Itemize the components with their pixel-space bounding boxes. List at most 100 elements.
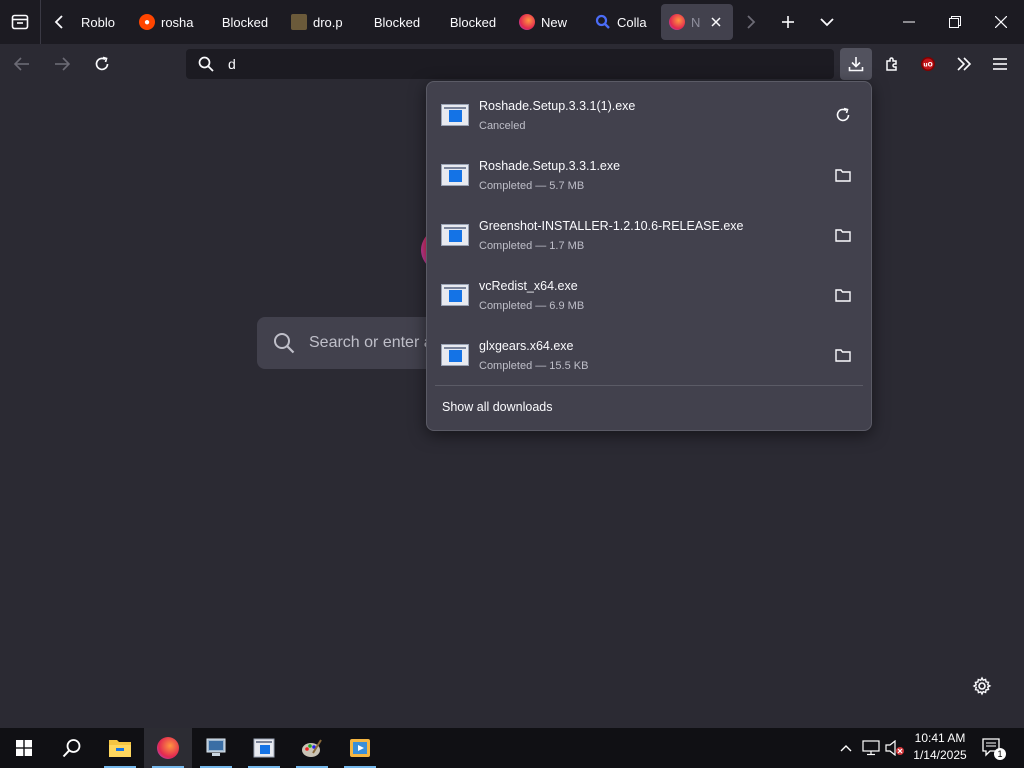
- more-tools-button[interactable]: [948, 48, 980, 80]
- folder-icon: [835, 289, 851, 302]
- search-placeholder: Search or enter ad: [309, 334, 442, 351]
- start-button[interactable]: [0, 728, 48, 768]
- restore-icon: [949, 16, 961, 28]
- tab-label: Blocked: [221, 14, 269, 30]
- tab-label: N: [691, 14, 701, 30]
- arrow-right-icon: [55, 57, 70, 71]
- close-window-button[interactable]: [978, 0, 1024, 44]
- clock-time: 10:41 AM: [914, 731, 966, 745]
- media-player-icon: [350, 739, 370, 757]
- tab-6[interactable]: New: [511, 4, 587, 40]
- chevron-right-icon: [747, 15, 756, 29]
- scroll-tabs-right-button[interactable]: [733, 0, 769, 44]
- minimize-icon: [903, 21, 915, 23]
- download-status: Canceled: [479, 119, 526, 132]
- chevron-down-icon: [820, 18, 834, 27]
- download-icon: [848, 57, 864, 72]
- tab-7[interactable]: Colla: [587, 4, 657, 40]
- download-filename: vcRedist_x64.exe: [479, 278, 578, 293]
- chevron-left-icon: [54, 15, 63, 29]
- extensions-button[interactable]: [876, 48, 908, 80]
- exe-file-icon: [441, 284, 469, 306]
- show-hidden-icons-button[interactable]: [836, 728, 856, 768]
- network-icon: [862, 740, 880, 756]
- taskbar-installer-app[interactable]: [240, 728, 288, 768]
- hamburger-menu-icon: [993, 58, 1007, 70]
- notifications-button[interactable]: 1: [978, 728, 1008, 768]
- show-in-folder-button[interactable]: [827, 219, 859, 251]
- puzzle-icon: [886, 57, 897, 71]
- address-bar[interactable]: d: [186, 49, 834, 79]
- show-all-downloads-link[interactable]: Show all downloads: [442, 400, 553, 414]
- download-item[interactable]: vcRedist_x64.exe Completed — 6.9 MB: [435, 267, 863, 323]
- download-item[interactable]: Roshade.Setup.3.3.1.exe Completed — 5.7 …: [435, 147, 863, 203]
- close-tab-icon[interactable]: [711, 17, 721, 27]
- tab-label: Blocked: [449, 14, 497, 30]
- restore-button[interactable]: [932, 0, 978, 44]
- firefox-view-button[interactable]: [0, 0, 40, 44]
- tab-8-active[interactable]: N: [661, 4, 733, 40]
- downloads-button[interactable]: [840, 48, 872, 80]
- firefox-view-icon: [11, 14, 29, 30]
- folder-icon: [835, 169, 851, 182]
- show-in-folder-button[interactable]: [827, 339, 859, 371]
- search-icon: [198, 56, 214, 72]
- forward-button[interactable]: [44, 48, 80, 80]
- download-item[interactable]: Roshade.Setup.3.3.1(1).exe Canceled: [435, 87, 863, 143]
- tab-2[interactable]: Blocked: [207, 4, 283, 40]
- download-status: Completed — 5.7 MB: [479, 179, 585, 192]
- download-status: Completed — 15.5 KB: [479, 359, 589, 372]
- tab-label: Roblo: [81, 14, 115, 30]
- reload-icon: [95, 56, 109, 71]
- search-icon: [274, 333, 295, 354]
- taskbar-search-button[interactable]: [48, 728, 96, 768]
- download-status: Completed — 6.9 MB: [479, 299, 585, 312]
- personalize-button[interactable]: [972, 676, 992, 701]
- retry-download-button[interactable]: [827, 99, 859, 131]
- address-input-value[interactable]: d: [228, 56, 236, 72]
- ublock-icon: uO: [921, 57, 935, 71]
- download-filename: Roshade.Setup.3.3.1(1).exe: [479, 98, 636, 113]
- tab-4[interactable]: Blocked: [359, 4, 435, 40]
- taskbar-paint-app[interactable]: [288, 728, 336, 768]
- taskbar-media-app[interactable]: [336, 728, 384, 768]
- reload-button[interactable]: [84, 48, 120, 80]
- volume-button[interactable]: [884, 728, 906, 768]
- exe-file-icon: [441, 164, 469, 186]
- new-tab-button[interactable]: [769, 0, 807, 44]
- windows-logo-icon: [16, 740, 32, 756]
- back-button[interactable]: [4, 48, 40, 80]
- show-in-folder-button[interactable]: [827, 279, 859, 311]
- scroll-tabs-left-button[interactable]: [41, 0, 77, 44]
- download-filename: Greenshot-INSTALLER-1.2.10.6-RELEASE.exe: [479, 218, 744, 233]
- tab-3[interactable]: dro.p: [283, 4, 359, 40]
- tab-label: Blocked: [373, 14, 421, 30]
- app-menu-button[interactable]: [984, 48, 1016, 80]
- network-status-button[interactable]: [860, 728, 882, 768]
- ublock-origin-button[interactable]: uO: [912, 48, 944, 80]
- tab-1[interactable]: ● rosha: [131, 4, 207, 40]
- taskbar-network-app[interactable]: [192, 728, 240, 768]
- tab-label: New: [541, 14, 568, 30]
- list-all-tabs-button[interactable]: [807, 0, 847, 44]
- page-icon: [291, 14, 307, 30]
- plus-icon: [782, 16, 794, 28]
- taskbar-clock[interactable]: 10:41 AM 1/14/2025: [908, 730, 972, 764]
- download-filename: Roshade.Setup.3.3.1.exe: [479, 158, 621, 173]
- tab-label: dro.p: [313, 14, 343, 30]
- taskbar-file-explorer[interactable]: [96, 728, 144, 768]
- download-item[interactable]: glxgears.x64.exe Completed — 15.5 KB: [435, 327, 863, 383]
- search-icon: [595, 14, 610, 29]
- exe-file-icon: [441, 104, 469, 126]
- clock-date: 1/14/2025: [913, 748, 967, 762]
- palette-icon: [302, 739, 322, 757]
- tab-0[interactable]: Roblo: [77, 4, 127, 40]
- minimize-button[interactable]: [886, 0, 932, 44]
- taskbar-firefox[interactable]: [144, 728, 192, 768]
- tab-5[interactable]: Blocked: [435, 4, 511, 40]
- show-in-folder-button[interactable]: [827, 159, 859, 191]
- arrow-left-icon: [14, 57, 29, 71]
- reddit-icon: ●: [139, 14, 155, 30]
- download-item[interactable]: Greenshot-INSTALLER-1.2.10.6-RELEASE.exe…: [435, 207, 863, 263]
- installer-icon: [253, 738, 275, 758]
